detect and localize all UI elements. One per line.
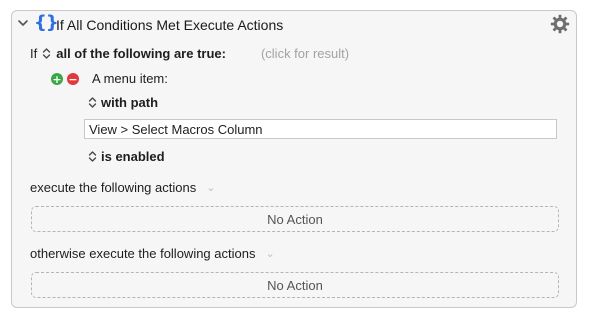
remove-condition-button[interactable]: − [67, 73, 79, 85]
popup-updown-icon [88, 151, 97, 162]
action-panel: {} If All Conditions Met Execute Actions… [11, 10, 577, 308]
state-label: is enabled [101, 149, 165, 164]
chevron-down-icon[interactable]: ⌄ [265, 247, 274, 260]
condition-mode-popup[interactable]: all of the following are true: [56, 46, 226, 61]
if-label: If [30, 46, 38, 61]
collapse-chevron-icon[interactable] [16, 16, 30, 30]
state-popup[interactable]: is enabled [88, 149, 165, 164]
match-type-label: with path [101, 95, 159, 110]
action-title[interactable]: If All Conditions Met Execute Actions [56, 17, 283, 33]
otherwise-section-header[interactable]: otherwise execute the following actions … [30, 246, 275, 261]
add-condition-button[interactable]: + [51, 73, 63, 85]
match-type-popup[interactable]: with path [88, 95, 158, 110]
result-hint[interactable]: (click for result) [261, 46, 349, 61]
chevron-down-icon[interactable]: ⌄ [206, 181, 215, 194]
plus-icon: + [52, 72, 62, 86]
popup-updown-icon[interactable] [42, 47, 51, 60]
no-action-label: No Action [267, 211, 323, 227]
otherwise-label: otherwise execute the following actions [30, 246, 256, 261]
menu-path-field[interactable] [84, 119, 557, 139]
minus-icon: − [68, 72, 78, 86]
otherwise-actions-dropzone[interactable]: No Action [31, 272, 559, 298]
execute-section-header[interactable]: execute the following actions ⌄ [30, 180, 215, 195]
popup-updown-icon [88, 97, 97, 108]
no-action-label: No Action [267, 277, 323, 293]
gear-icon[interactable] [550, 14, 570, 34]
execute-label: execute the following actions [30, 180, 197, 195]
condition-type-label: A menu item: [92, 71, 168, 86]
curly-braces-icon: {} [34, 12, 59, 33]
condition-header: If all of the following are true: (click… [30, 46, 349, 61]
execute-actions-dropzone[interactable]: No Action [31, 206, 559, 232]
